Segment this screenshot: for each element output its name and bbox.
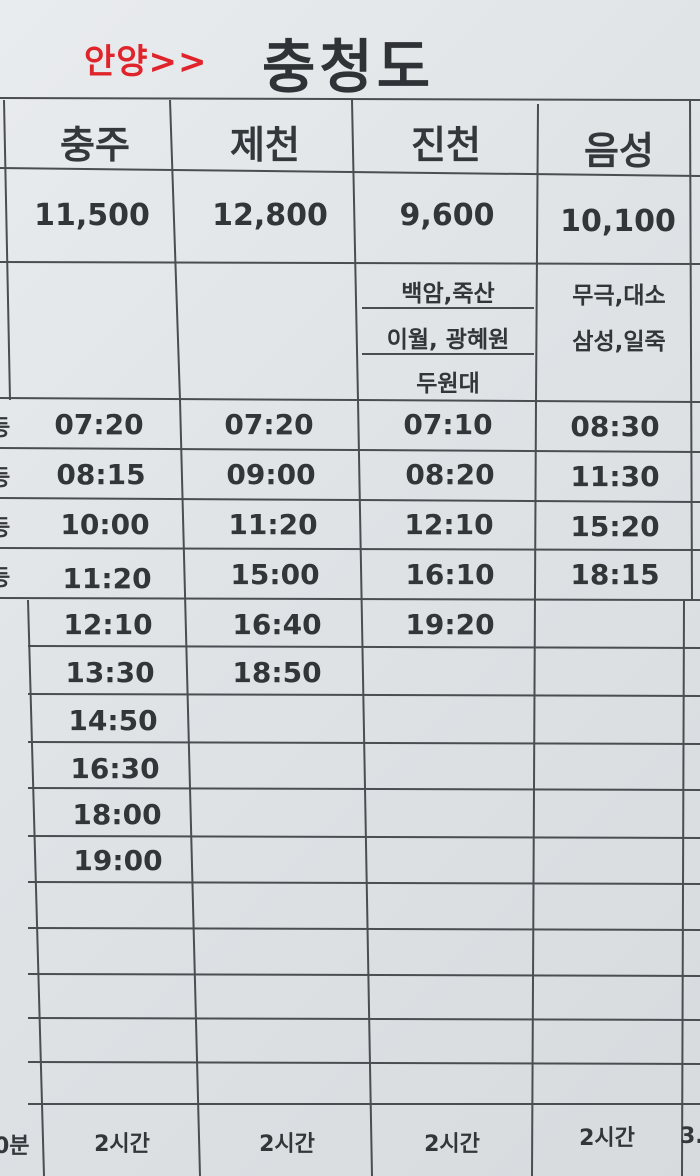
fare-eumseong: 10,100 [560,204,676,239]
stops-jincheon-2: 이월, 광혜원 [386,327,510,353]
time-chungju: 18:00 [72,798,162,831]
time-jincheon: 19:20 [405,608,495,641]
fare-jecheon: 12,800 [212,198,328,233]
column-header-jincheon: 진천 [411,123,481,167]
fare-chungju: 11,500 [34,198,150,233]
duration-eumseong: 2시간 [579,1126,635,1151]
time-eumseong: 15:20 [570,510,660,543]
time-chungju: 11:20 [62,562,152,595]
time-chungju: 19:00 [73,844,163,877]
time-jecheon: 15:00 [230,558,320,591]
time-eumseong: 11:30 [570,460,660,493]
time-jecheon: 07:20 [224,408,314,441]
duration-jincheon: 2시간 [424,1132,480,1157]
time-jecheon: 16:40 [232,608,322,641]
edge-mark-left: 등 [0,566,11,591]
timetable-sheet: 안양>> 충청도 충주 제천 진천 음성 11,500 12,800 9,600… [0,0,700,1176]
time-chungju: 07:20 [54,408,144,441]
stops-jincheon-3: 두원대 [416,371,480,397]
stops-eumseong-1: 무극,대소 [572,283,666,309]
edge-mark-left: 등 [0,516,11,541]
column-header-chungju: 충주 [60,123,130,167]
time-jincheon: 16:10 [405,558,495,591]
duration-chungju: 2시간 [94,1132,150,1157]
time-chungju: 08:15 [56,458,146,491]
title-row: 안양>> 충청도 [0,0,700,101]
fare-jincheon: 9,600 [399,198,495,233]
time-jecheon: 09:00 [226,458,316,491]
duration-jecheon: 2시간 [259,1132,315,1157]
edge-mark-left: 등 [0,466,11,491]
edge-mark-left: 등 [0,416,11,441]
time-jecheon: 18:50 [232,656,322,689]
time-jincheon: 07:10 [403,408,493,441]
region-title: 충청도 [262,33,435,101]
time-eumseong: 18:15 [570,558,660,591]
time-chungju: 13:30 [65,656,155,689]
time-jincheon: 08:20 [405,458,495,491]
time-chungju: 10:00 [60,508,150,541]
time-jecheon: 11:20 [228,508,318,541]
column-header-eumseong: 음성 [584,129,654,173]
time-chungju: 14:50 [68,704,158,737]
time-chungju: 16:30 [70,752,160,785]
stops-eumseong-2: 삼성,일죽 [572,329,666,355]
time-chungju: 12:10 [63,608,153,641]
edge-duration-left: 0분 [0,1134,30,1159]
time-jincheon: 12:10 [404,508,494,541]
edge-duration-right: 3. [680,1124,700,1149]
route-origin-label: 안양>> [84,42,208,82]
time-eumseong: 08:30 [570,410,660,443]
stops-jincheon-1: 백암,죽산 [401,281,495,307]
column-header-jecheon: 제천 [230,123,300,167]
